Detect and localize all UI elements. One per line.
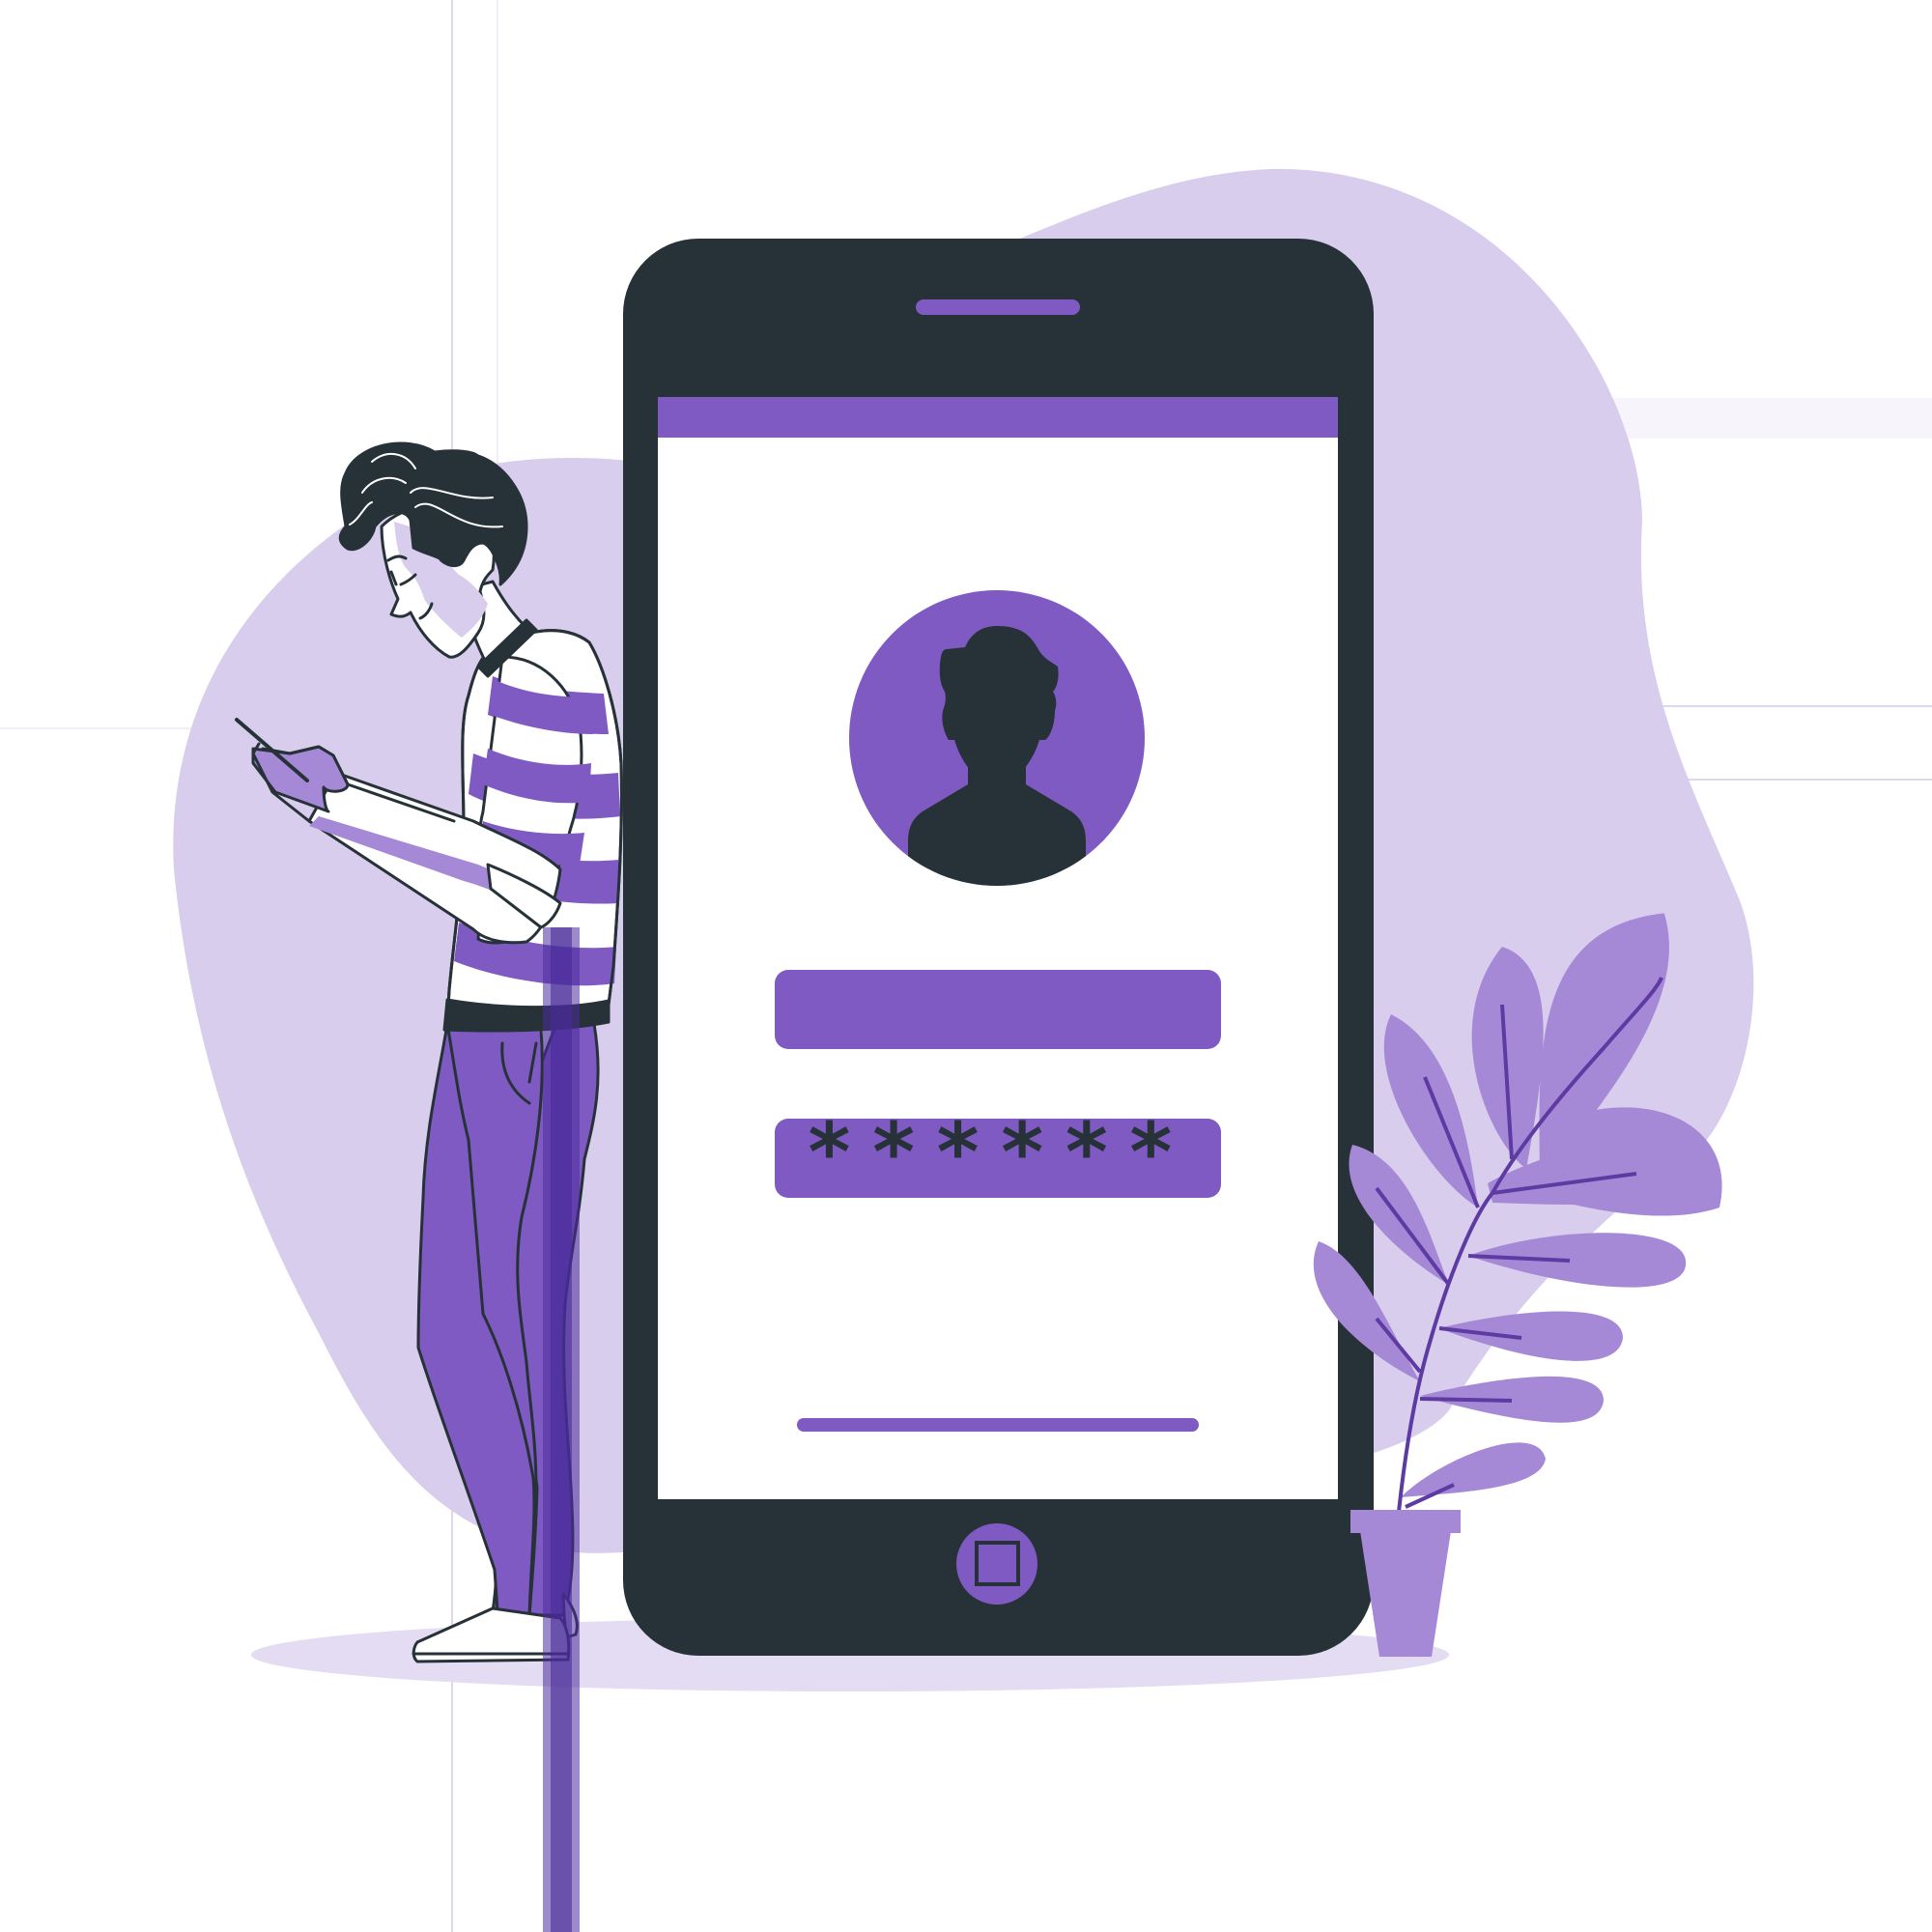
username-field[interactable] bbox=[775, 970, 1221, 1049]
screen-status-bar bbox=[658, 397, 1338, 438]
phone: ****** bbox=[623, 239, 1374, 1656]
login-illustration: ****** bbox=[0, 0, 1932, 1932]
phone-screen bbox=[658, 397, 1338, 1499]
overlay-band-core bbox=[551, 927, 572, 1932]
password-mask: ****** bbox=[805, 1105, 1190, 1200]
scene-svg: ****** bbox=[0, 0, 1932, 1932]
home-button[interactable] bbox=[956, 1523, 1037, 1605]
speaker-slot-icon bbox=[916, 299, 1080, 315]
login-button[interactable] bbox=[797, 1418, 1199, 1432]
